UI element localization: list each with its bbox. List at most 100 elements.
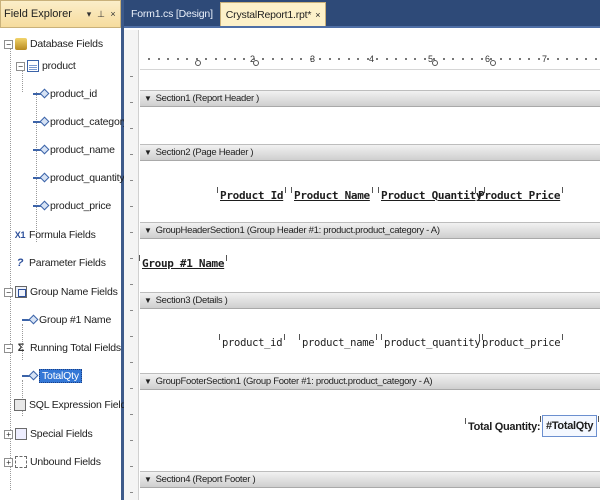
gutter-tick (130, 180, 133, 181)
section-label: Section4 (Report Footer ) (155, 474, 256, 485)
ruler-tick (281, 58, 283, 60)
field-icon (33, 117, 47, 127)
collapse-icon[interactable]: − (4, 287, 13, 297)
tab-crystalreport1[interactable]: CrystalReport1.rpt* × (219, 2, 327, 26)
collapse-arrow-icon[interactable]: ▼ (144, 377, 152, 386)
gutter-tick (130, 310, 133, 311)
gutter-tick (130, 154, 133, 155)
field-explorer-titlebar: Field Explorer ▾ ⊥ × (0, 0, 121, 28)
tree-item-product-name[interactable]: product_name (33, 140, 115, 160)
tree-label: Database Fields (30, 38, 103, 50)
expand-icon[interactable]: + (4, 457, 13, 467)
collapse-arrow-icon[interactable]: ▼ (144, 94, 152, 103)
tree-item-product-price[interactable]: product_price (33, 196, 111, 216)
tree-label: Group Name Fields (30, 286, 118, 298)
tree-item-parameter-fields[interactable]: ? Parameter Fields (14, 253, 106, 273)
ruler-tick (167, 58, 169, 60)
gutter-tick (130, 128, 133, 129)
tree-label: SQL Expression Fields (29, 399, 132, 411)
tree-item-unbound-fields[interactable]: + Unbound Fields (4, 452, 101, 472)
gutter-tick (130, 102, 133, 103)
ruler-guide-marker[interactable] (432, 60, 438, 66)
field-icon (33, 201, 47, 211)
tree-label: Parameter Fields (29, 257, 106, 269)
detail-product-price[interactable]: product_price (478, 334, 564, 351)
gutter-tick (130, 440, 133, 441)
ruler-tick (385, 58, 388, 60)
tree-label: product_quantity (50, 172, 125, 184)
total-quantity-label[interactable]: Total Quantity: (464, 418, 544, 435)
tree-label: Special Fields (30, 428, 93, 440)
collapse-arrow-icon[interactable]: ▼ (144, 226, 152, 235)
header-product-name[interactable]: Product Name (291, 187, 373, 204)
field-tree: − Database Fields − product product_id p… (0, 28, 131, 490)
section-band-group-header[interactable]: ▼ GroupHeaderSection1 (Group Header #1: … (140, 222, 600, 239)
close-icon[interactable]: × (108, 9, 118, 19)
table-icon (27, 60, 39, 72)
field-explorer-title: Field Explorer (4, 8, 72, 20)
tree-item-database-fields[interactable]: − Database Fields (4, 34, 103, 54)
tree-item-product[interactable]: − product (16, 56, 76, 76)
tree-item-product-id[interactable]: product_id (33, 84, 97, 104)
group-name-field[interactable]: Group #1 Name (138, 255, 228, 272)
ruler-guide-marker[interactable] (253, 60, 259, 66)
gutter-tick (130, 492, 133, 493)
header-product-price[interactable]: Product Price (474, 187, 564, 204)
tree-label: product_name (50, 144, 115, 156)
tab-label: Form1.cs [Design] (131, 8, 213, 20)
section-band-report-header[interactable]: ▼ Section1 (Report Header ) (140, 90, 600, 107)
collapse-icon[interactable]: − (4, 39, 13, 49)
ruler-tick (252, 58, 255, 60)
collapse-arrow-icon[interactable]: ▼ (144, 475, 152, 484)
collapse-icon[interactable]: − (16, 61, 25, 71)
section-label: Section3 (Details ) (155, 295, 228, 306)
close-tab-icon[interactable]: × (315, 10, 320, 20)
collapse-arrow-icon[interactable]: ▼ (144, 148, 152, 157)
tab-label: CrystalReport1.rpt* (225, 8, 312, 21)
tree-item-product-category[interactable]: product_category (33, 112, 128, 132)
tree-item-group-name-fields[interactable]: − Group Name Fields (4, 282, 118, 302)
special-fields-icon (15, 428, 27, 440)
detail-product-id[interactable]: product_id (218, 334, 286, 351)
gutter-tick (130, 258, 133, 259)
tree-item-group-1-name[interactable]: Group #1 Name (22, 310, 111, 330)
ruler-tick (271, 58, 274, 60)
tree-item-formula-fields[interactable]: X1 Formula Fields (14, 225, 96, 245)
tree-item-totalqty[interactable]: TotalQty (22, 366, 82, 386)
ruler-tick (556, 58, 559, 60)
tree-item-sql-expression-fields[interactable]: SQL Expression Fields (14, 395, 131, 415)
tree-item-special-fields[interactable]: + Special Fields (4, 424, 93, 444)
field-icon (33, 173, 47, 183)
tab-form1-design[interactable]: Form1.cs [Design] (126, 2, 218, 26)
header-product-quantity[interactable]: Product Quantity (377, 187, 486, 204)
collapse-icon[interactable]: − (4, 343, 13, 353)
ruler-tick (499, 58, 502, 60)
ruler-guide-marker[interactable] (195, 60, 201, 66)
panel-dropdown-icon[interactable]: ▾ (84, 9, 94, 20)
tree-item-running-total-fields[interactable]: − Σ Running Total Fields (4, 338, 121, 358)
detail-product-quantity[interactable]: product_quantity (380, 334, 484, 351)
ruler-guide-marker[interactable] (490, 60, 496, 66)
field-explorer-panel: Field Explorer ▾ ⊥ × − Database Fields −… (0, 0, 131, 500)
ruler-tick (423, 58, 426, 60)
gutter-tick (130, 466, 133, 467)
detail-product-name[interactable]: product_name (298, 334, 378, 351)
tree-item-product-quantity[interactable]: product_quantity (33, 168, 125, 188)
pin-icon[interactable]: ⊥ (96, 9, 106, 20)
report-design-surface[interactable]: 2 3 4 5 6 7 ▼ Section1 (Report Header ) … (124, 30, 600, 500)
header-product-id[interactable]: Product Id (216, 187, 287, 204)
total-qty-field[interactable]: #TotalQty (539, 415, 600, 437)
section-label: Section2 (Page Header ) (155, 147, 254, 158)
gutter-tick (130, 388, 133, 389)
expand-icon[interactable]: + (4, 429, 13, 439)
section-band-page-header[interactable]: ▼ Section2 (Page Header ) (140, 144, 600, 161)
ruler-tick (338, 58, 340, 60)
tree-label: product_id (50, 88, 98, 100)
section-band-group-footer[interactable]: ▼ GroupFooterSection1 (Group Footer #1: … (140, 373, 600, 390)
ruler-tick (148, 58, 150, 60)
collapse-arrow-icon[interactable]: ▼ (144, 296, 152, 305)
gutter-tick (130, 76, 133, 77)
section-band-details[interactable]: ▼ Section3 (Details ) (140, 292, 600, 309)
section-band-report-footer[interactable]: ▼ Section4 (Report Footer ) (140, 471, 600, 488)
section-gutter (124, 30, 139, 500)
